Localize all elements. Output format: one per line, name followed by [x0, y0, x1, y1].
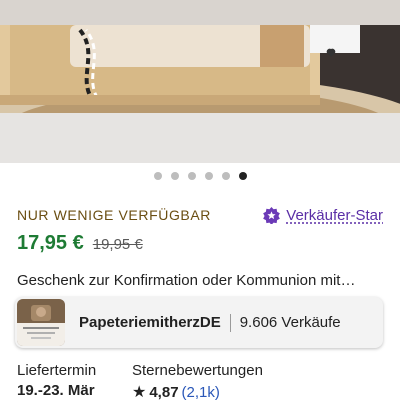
star-seller-label: Verkäufer-Star [286, 207, 383, 224]
shop-sales: 9.606 Verkäufe [239, 314, 341, 331]
image-background [0, 113, 400, 163]
price-row: 17,95 € 19,95 € [17, 232, 143, 255]
rating-count[interactable]: (2,1k) [182, 384, 220, 400]
delivery-label: Liefertermin [17, 362, 97, 379]
rating-info[interactable]: Sternebewertungen ★ 4,87 (2,1k) [132, 362, 263, 400]
rating-value: 4,87 [149, 383, 179, 400]
rating-label: Sternebewertungen [132, 362, 263, 379]
shop-logo [17, 299, 65, 346]
star-badge-icon [263, 207, 281, 224]
delivery-date: 19.-23. Mär [17, 382, 95, 399]
pagination-dot[interactable] [187, 172, 196, 180]
pagination-dot[interactable] [170, 172, 179, 180]
pagination-dot[interactable] [153, 172, 162, 180]
current-price: 17,95 € [17, 232, 84, 254]
star-seller-link[interactable]: Verkäufer-Star [263, 207, 383, 224]
pagination-dot[interactable] [204, 172, 213, 180]
listing-title[interactable]: Geschenk zur Konfirmation oder Kommunion… [17, 272, 387, 289]
delivery-info: Liefertermin 19.-23. Mär [17, 362, 96, 399]
product-image[interactable] [0, 0, 400, 163]
divider [229, 313, 231, 332]
original-price: 19,95 € [92, 236, 143, 253]
availability-notice: NUR WENIGE VERFÜGBAR [17, 207, 212, 223]
shop-card[interactable]: PapeteriemitherzDE 9.606 Verkäufe [15, 297, 383, 348]
pagination-dot[interactable] [238, 172, 247, 180]
pagination-dot[interactable] [221, 172, 230, 180]
star-icon: ★ [132, 384, 147, 400]
image-pagination[interactable] [0, 172, 400, 182]
shop-logo-image [17, 299, 65, 346]
shop-name: PapeteriemitherzDE [79, 314, 221, 331]
